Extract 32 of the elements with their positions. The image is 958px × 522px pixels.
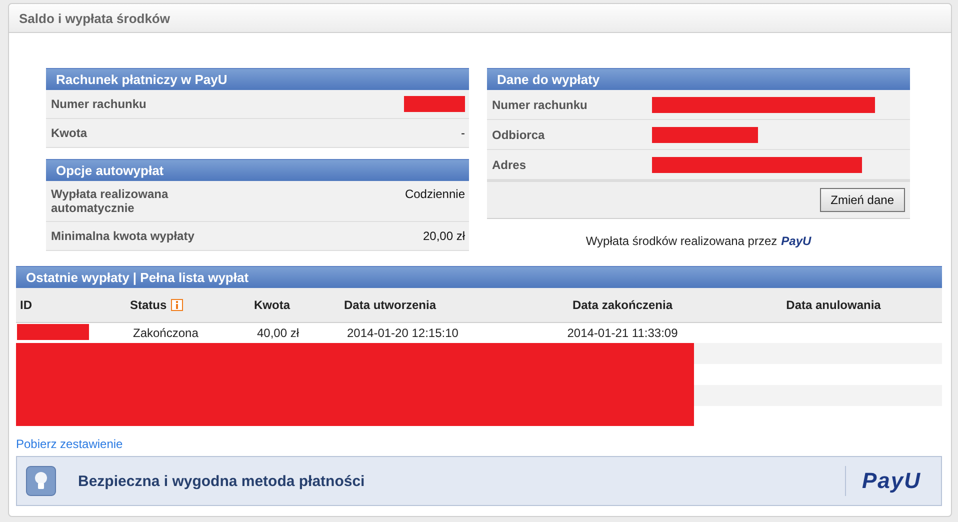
field-label: Minimalna kwota wypłaty	[51, 229, 196, 243]
change-data-button[interactable]: Zmień dane	[820, 188, 905, 212]
section-header: Dane do wypłaty	[487, 68, 910, 90]
column-header: Status	[126, 298, 250, 312]
banner-text: Bezpieczna i wygodna metoda płatności	[78, 472, 366, 490]
payu-logo: PayU	[781, 234, 812, 248]
field-label: Odbiorca	[492, 128, 546, 142]
section-header: Opcje autowypłat	[46, 159, 469, 181]
payu-logo: PayU	[862, 468, 921, 494]
field-value: Codziennie	[404, 187, 465, 201]
field-label: Wypłata realizowana automatycznie	[51, 187, 170, 215]
column-header: Data utworzenia	[343, 298, 438, 312]
field-label: Numer rachunku	[492, 98, 588, 112]
table-cell-text: 40,00 zł	[256, 326, 300, 340]
payout-note: Wypłata środków realizowana przez	[586, 234, 778, 248]
section-header: Ostatnie wypłaty | Pełna lista wypłat	[16, 266, 942, 288]
field-value: 20,00 zł	[422, 229, 465, 243]
section-header: Rachunek płatniczy w PayU	[46, 68, 469, 90]
field-label: Numer rachunku	[51, 97, 148, 111]
column-header: Kwota	[253, 298, 292, 312]
table-cell-text: Zakończona	[132, 326, 200, 340]
field-value: -	[461, 126, 465, 140]
download-link[interactable]: Pobierz zestawienie	[16, 437, 123, 451]
table-cell-text: 2014-01-21 11:33:09	[566, 326, 679, 340]
column-header: Data anulowania	[785, 298, 882, 312]
field-label: Kwota	[51, 126, 88, 140]
column-header: ID	[19, 298, 33, 312]
field-label: Adres	[492, 158, 528, 172]
table-cell-text: 2014-01-20 12:15:10	[346, 326, 460, 340]
lightbulb-icon	[26, 466, 56, 496]
panel-header: Saldo i wypłata środków	[9, 4, 951, 33]
column-header: Data zakończenia	[571, 298, 674, 312]
